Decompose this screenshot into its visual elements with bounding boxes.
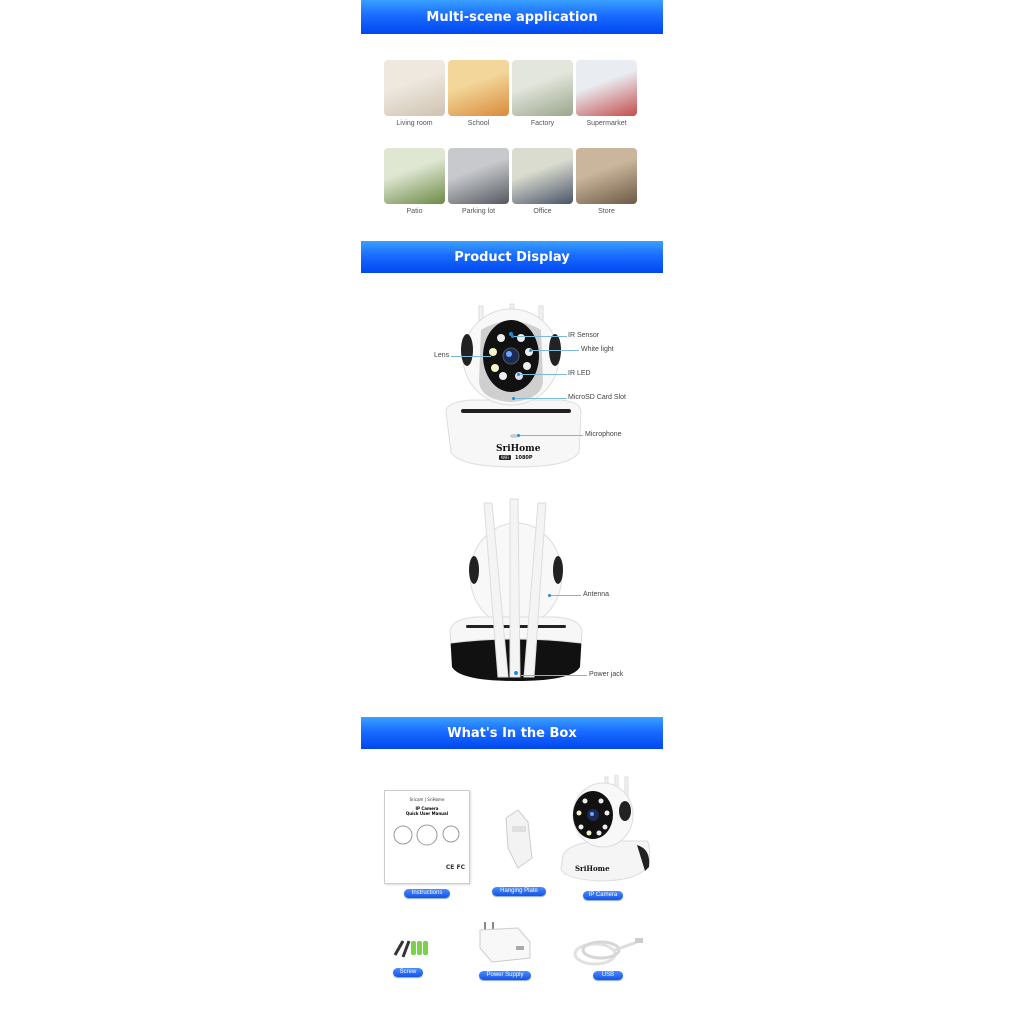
scene-image	[384, 148, 445, 204]
scene-card: Factory	[512, 60, 573, 127]
camera-back-illustration	[449, 498, 583, 681]
callout-microsd-slot: MicroSD Card Slot	[568, 394, 626, 401]
callout-microphone: Microphone	[585, 431, 622, 438]
scene-label: School	[467, 120, 490, 127]
camera-front-view: SriHome 1080P WiFi	[441, 302, 591, 472]
callout-antenna: Antenna	[583, 591, 610, 598]
ip-camera-image: SriHome	[560, 775, 651, 882]
scene-label: Patio	[406, 208, 423, 215]
callout-dot	[512, 397, 515, 400]
scene-image	[512, 60, 573, 116]
resolution-badge: 1080P	[515, 455, 533, 461]
callout-dot	[517, 373, 520, 376]
hanging-plate-image	[505, 809, 533, 869]
product-detail-page: Multi-scene application Living room Schoo…	[361, 0, 663, 1024]
callout-line	[451, 356, 491, 357]
scene-image	[512, 148, 573, 204]
scene-image	[576, 60, 637, 116]
scene-label: Supermarket	[586, 120, 627, 127]
callout-dot	[548, 594, 551, 597]
scene-card: School	[448, 60, 509, 127]
scene-card: Patio	[384, 148, 445, 215]
callout-power-jack: Power jack	[589, 671, 624, 678]
callout-white-light: White light	[581, 346, 614, 353]
label-hanging-plate: Hanging Plate	[492, 887, 546, 896]
scene-image	[448, 60, 509, 116]
section-banner-in-box: What's In the Box	[361, 717, 663, 749]
scene-card: Supermarket	[576, 60, 637, 127]
scene-card: Store	[576, 148, 637, 215]
scene-label: Office	[533, 208, 552, 215]
callout-ir-led: IR LED	[568, 370, 591, 377]
callout-line	[521, 675, 587, 676]
section-banner-multi-scene: Multi-scene application	[361, 0, 663, 34]
callout-line	[519, 435, 583, 436]
wifi-badge: WiFi	[499, 455, 512, 460]
callout-dot	[511, 335, 514, 338]
label-ip-camera: IP Camera	[583, 891, 623, 900]
callout-lens: Lens	[434, 352, 450, 359]
scene-image	[384, 60, 445, 116]
manual-cert-marks: CE FC	[445, 864, 465, 871]
scene-label: Store	[598, 208, 615, 215]
scene-card: Parking lot	[448, 148, 509, 215]
callout-line	[513, 336, 567, 337]
scene-label: Parking lot	[461, 208, 496, 215]
manual-sketch	[393, 824, 460, 846]
label-screw: Screw	[393, 968, 423, 977]
scene-image	[448, 148, 509, 204]
section-title: Multi-scene application	[426, 9, 598, 25]
callout-ir-sensor: IR Sensor	[568, 332, 600, 339]
callout-line	[550, 595, 581, 596]
manual-subtitle: Quick User Manual	[405, 811, 449, 816]
scene-card: Office	[512, 148, 573, 215]
svg-text:SriHome: SriHome	[575, 864, 610, 873]
label-power-supply: Power Supply	[479, 971, 531, 980]
scene-image	[576, 148, 637, 204]
brand-logo: SriHome	[496, 444, 541, 454]
screw-image	[393, 940, 428, 958]
camera-back-view	[446, 495, 586, 685]
section-banner-product-display: Product Display	[361, 241, 663, 273]
section-title: Product Display	[454, 249, 570, 265]
callout-dot	[517, 434, 520, 437]
box-item-instructions: Sricam | SriHome IP Camera Quick User Ma…	[384, 790, 470, 884]
callout-line	[514, 398, 567, 399]
scene-card: Living room	[384, 60, 445, 127]
power-supply-image	[479, 922, 531, 963]
scene-label: Living room	[396, 120, 433, 127]
label-instructions: Instructions	[404, 889, 450, 898]
section-title: What's In the Box	[447, 725, 577, 741]
callout-line	[519, 374, 567, 375]
usb-cable-image	[573, 938, 643, 966]
callout-line	[531, 350, 579, 351]
manual-brand: Sricam | SriHome	[409, 797, 445, 802]
scene-label: Factory	[530, 120, 555, 127]
callout-dot	[529, 349, 532, 352]
label-usb: USB	[593, 971, 623, 980]
